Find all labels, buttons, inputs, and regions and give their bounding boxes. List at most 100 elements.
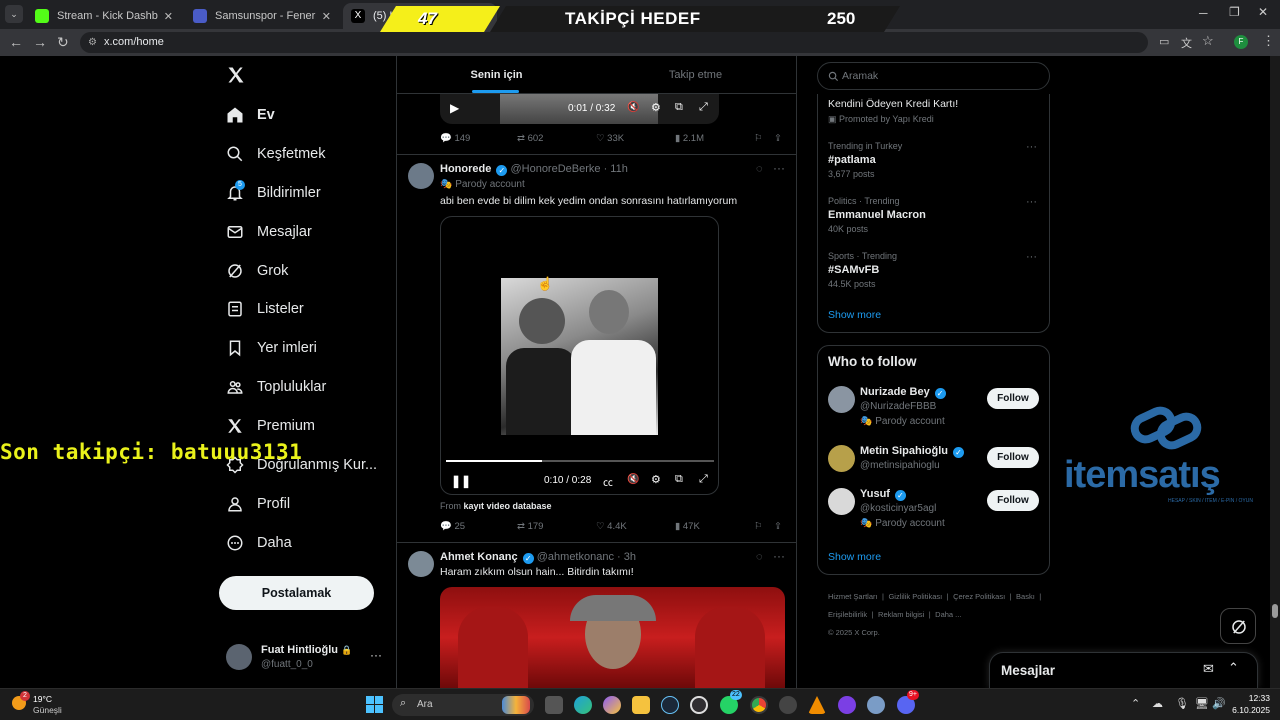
nav-more[interactable]: Daha xyxy=(226,534,292,552)
nav-messages[interactable]: Mesajlar xyxy=(226,223,312,241)
footer-link[interactable]: Hizmet Şartları xyxy=(828,592,878,601)
nav-bookmarks[interactable]: Yer imleri xyxy=(226,339,317,357)
avatar[interactable] xyxy=(828,445,855,472)
popout-icon[interactable]: ⧉ xyxy=(675,473,683,486)
reply-button[interactable]: 💬 149 xyxy=(440,133,470,144)
pause-icon[interactable]: ❚❚ xyxy=(451,474,471,488)
author-handle[interactable]: @HonoreDeBerke xyxy=(510,163,600,175)
back-icon[interactable]: ← xyxy=(9,34,23,50)
scrollbar[interactable] xyxy=(1270,56,1280,688)
avatar[interactable] xyxy=(408,551,434,577)
start-button[interactable] xyxy=(366,696,383,713)
bookmark-button[interactable]: ⚐ xyxy=(754,521,763,532)
footer-link[interactable]: Çerez Politikası xyxy=(953,592,1005,601)
app-icon[interactable] xyxy=(779,696,797,714)
footer-link[interactable]: Gizlilik Politikası xyxy=(888,592,942,601)
nav-home[interactable]: Ev xyxy=(226,106,275,124)
nav-profile[interactable]: Profil xyxy=(226,495,290,513)
views-button[interactable]: ▮ 2.1M xyxy=(675,133,704,144)
account-switcher[interactable]: Fuat Hintlioğlu 🔒 @fuatt_0_0 ··· xyxy=(226,642,386,674)
video-progress-track[interactable] xyxy=(446,460,714,462)
site-info-icon[interactable]: ⚙ xyxy=(88,32,97,53)
avatar[interactable] xyxy=(408,163,434,189)
author-name[interactable]: Ahmet Konanç xyxy=(440,551,518,563)
window-close-button[interactable]: ✕ xyxy=(1258,5,1268,19)
nav-explore[interactable]: Keşfetmek xyxy=(226,145,326,163)
volume-icon[interactable]: 🔊 xyxy=(1212,697,1226,710)
bookmark-button[interactable]: ⚐ xyxy=(754,133,763,144)
grok-button[interactable] xyxy=(1220,608,1256,644)
x-logo-icon[interactable] xyxy=(226,65,246,85)
grok-icon[interactable]: ◌ xyxy=(756,163,763,175)
share-button[interactable]: ⇪ xyxy=(774,133,782,144)
show-more-link[interactable]: Show more xyxy=(828,309,881,321)
repost-button[interactable]: ⇄ 602 xyxy=(517,133,543,144)
trend-item[interactable]: Trending in Turkey #patlama 3,677 posts … xyxy=(828,141,1041,179)
fullscreen-icon[interactable]: ⤢ xyxy=(699,101,708,114)
nav-notifications[interactable]: 5 Bildirimler xyxy=(226,180,321,202)
tab-samsunspor[interactable]: Samsunspor - Fenerbahçe canlı ✕ xyxy=(185,3,339,29)
settings-icon[interactable]: ⚙ xyxy=(651,101,661,114)
minimize-button[interactable]: ─ xyxy=(1199,6,1208,20)
more-icon[interactable]: ··· xyxy=(370,648,382,662)
microphone-icon[interactable]: 🎙 xyxy=(1175,697,1189,710)
avatar[interactable] xyxy=(828,386,855,413)
network-icon[interactable]: 🖥 xyxy=(1195,697,1209,710)
promo-title[interactable]: Kendini Ödeyen Kredi Kartı! xyxy=(828,98,958,110)
maximize-button[interactable]: ❐ xyxy=(1229,5,1240,19)
mute-icon[interactable]: 🔇 xyxy=(627,102,639,113)
chevron-up-icon[interactable]: ⌃ xyxy=(1228,660,1239,676)
chevron-up-icon[interactable]: ⌃ xyxy=(1131,697,1140,710)
search-box[interactable]: Aramak xyxy=(817,62,1050,90)
author-handle[interactable]: @ahmetkonanc xyxy=(537,551,614,563)
follow-button[interactable]: Follow xyxy=(987,447,1039,468)
tab-for-you[interactable]: Senin için xyxy=(397,56,596,94)
nav-premium[interactable]: Premium xyxy=(226,417,315,435)
follow-button[interactable]: Follow xyxy=(987,490,1039,511)
avatar[interactable] xyxy=(828,488,855,515)
aimp-icon[interactable] xyxy=(808,696,826,714)
menu-icon[interactable]: ⋮ xyxy=(1262,33,1275,49)
more-icon[interactable]: ··· xyxy=(1026,141,1037,153)
messages-drawer[interactable]: Mesajlar ✉ ⌃ xyxy=(989,652,1258,688)
address-bar[interactable]: ⚙ x.com/home xyxy=(80,32,1148,53)
grok-icon[interactable]: ◌ xyxy=(756,551,763,563)
close-icon[interactable]: ✕ xyxy=(322,10,331,23)
reload-icon[interactable]: ↻ xyxy=(57,34,69,51)
footer-link[interactable]: Daha ... xyxy=(935,610,961,619)
suggestion-name[interactable]: Nurizade Bey xyxy=(860,386,930,398)
fullscreen-icon[interactable]: ⤢ xyxy=(699,473,708,486)
views-button[interactable]: ▮ 47K xyxy=(675,521,700,532)
tweet-image[interactable] xyxy=(440,587,785,688)
nav-grok[interactable]: Grok xyxy=(226,262,288,280)
cast-icon[interactable]: ▭ xyxy=(1159,35,1169,48)
more-icon[interactable]: ··· xyxy=(1026,196,1037,208)
suggestion-name[interactable]: Yusuf xyxy=(860,488,890,500)
close-icon[interactable]: ✕ xyxy=(164,10,173,23)
edge-icon[interactable] xyxy=(574,696,592,714)
translate-icon[interactable]: 文 xyxy=(1181,35,1192,51)
show-more-link[interactable]: Show more xyxy=(828,551,881,563)
file-explorer-icon[interactable] xyxy=(632,696,650,714)
more-icon[interactable]: ··· xyxy=(1026,251,1037,263)
more-icon[interactable]: ··· xyxy=(773,549,785,563)
tab-kick[interactable]: Stream - Kick Dashboard ✕ xyxy=(27,3,181,29)
popout-icon[interactable]: ⧉ xyxy=(675,101,683,114)
weather-widget[interactable]: 2 19°C Güneşli xyxy=(12,691,72,717)
play-icon[interactable]: ▶ xyxy=(450,101,459,115)
settings-gear-icon[interactable] xyxy=(867,696,885,714)
footer-link[interactable]: Reklam bilgisi xyxy=(878,610,924,619)
suggestion-name[interactable]: Metin Sipahioğlu xyxy=(860,445,948,457)
clock[interactable]: 12:33 6.10.2025 xyxy=(1228,693,1270,715)
share-button[interactable]: ⇪ xyxy=(774,521,782,532)
taskbar-search[interactable]: ⌕ Ara xyxy=(392,694,534,716)
steam-icon[interactable] xyxy=(661,696,679,714)
copilot-icon[interactable] xyxy=(603,696,621,714)
post-button[interactable]: Postalamak xyxy=(219,576,374,610)
trend-item[interactable]: Politics · Trending Emmanuel Macron 40K … xyxy=(828,196,1041,234)
reply-button[interactable]: 💬 25 xyxy=(440,521,465,532)
like-button[interactable]: ♡ 4.4K xyxy=(596,521,627,532)
star-icon[interactable]: ☆ xyxy=(1202,33,1214,49)
footer-link[interactable]: Baskı xyxy=(1016,592,1035,601)
new-message-icon[interactable]: ✉ xyxy=(1203,661,1214,677)
